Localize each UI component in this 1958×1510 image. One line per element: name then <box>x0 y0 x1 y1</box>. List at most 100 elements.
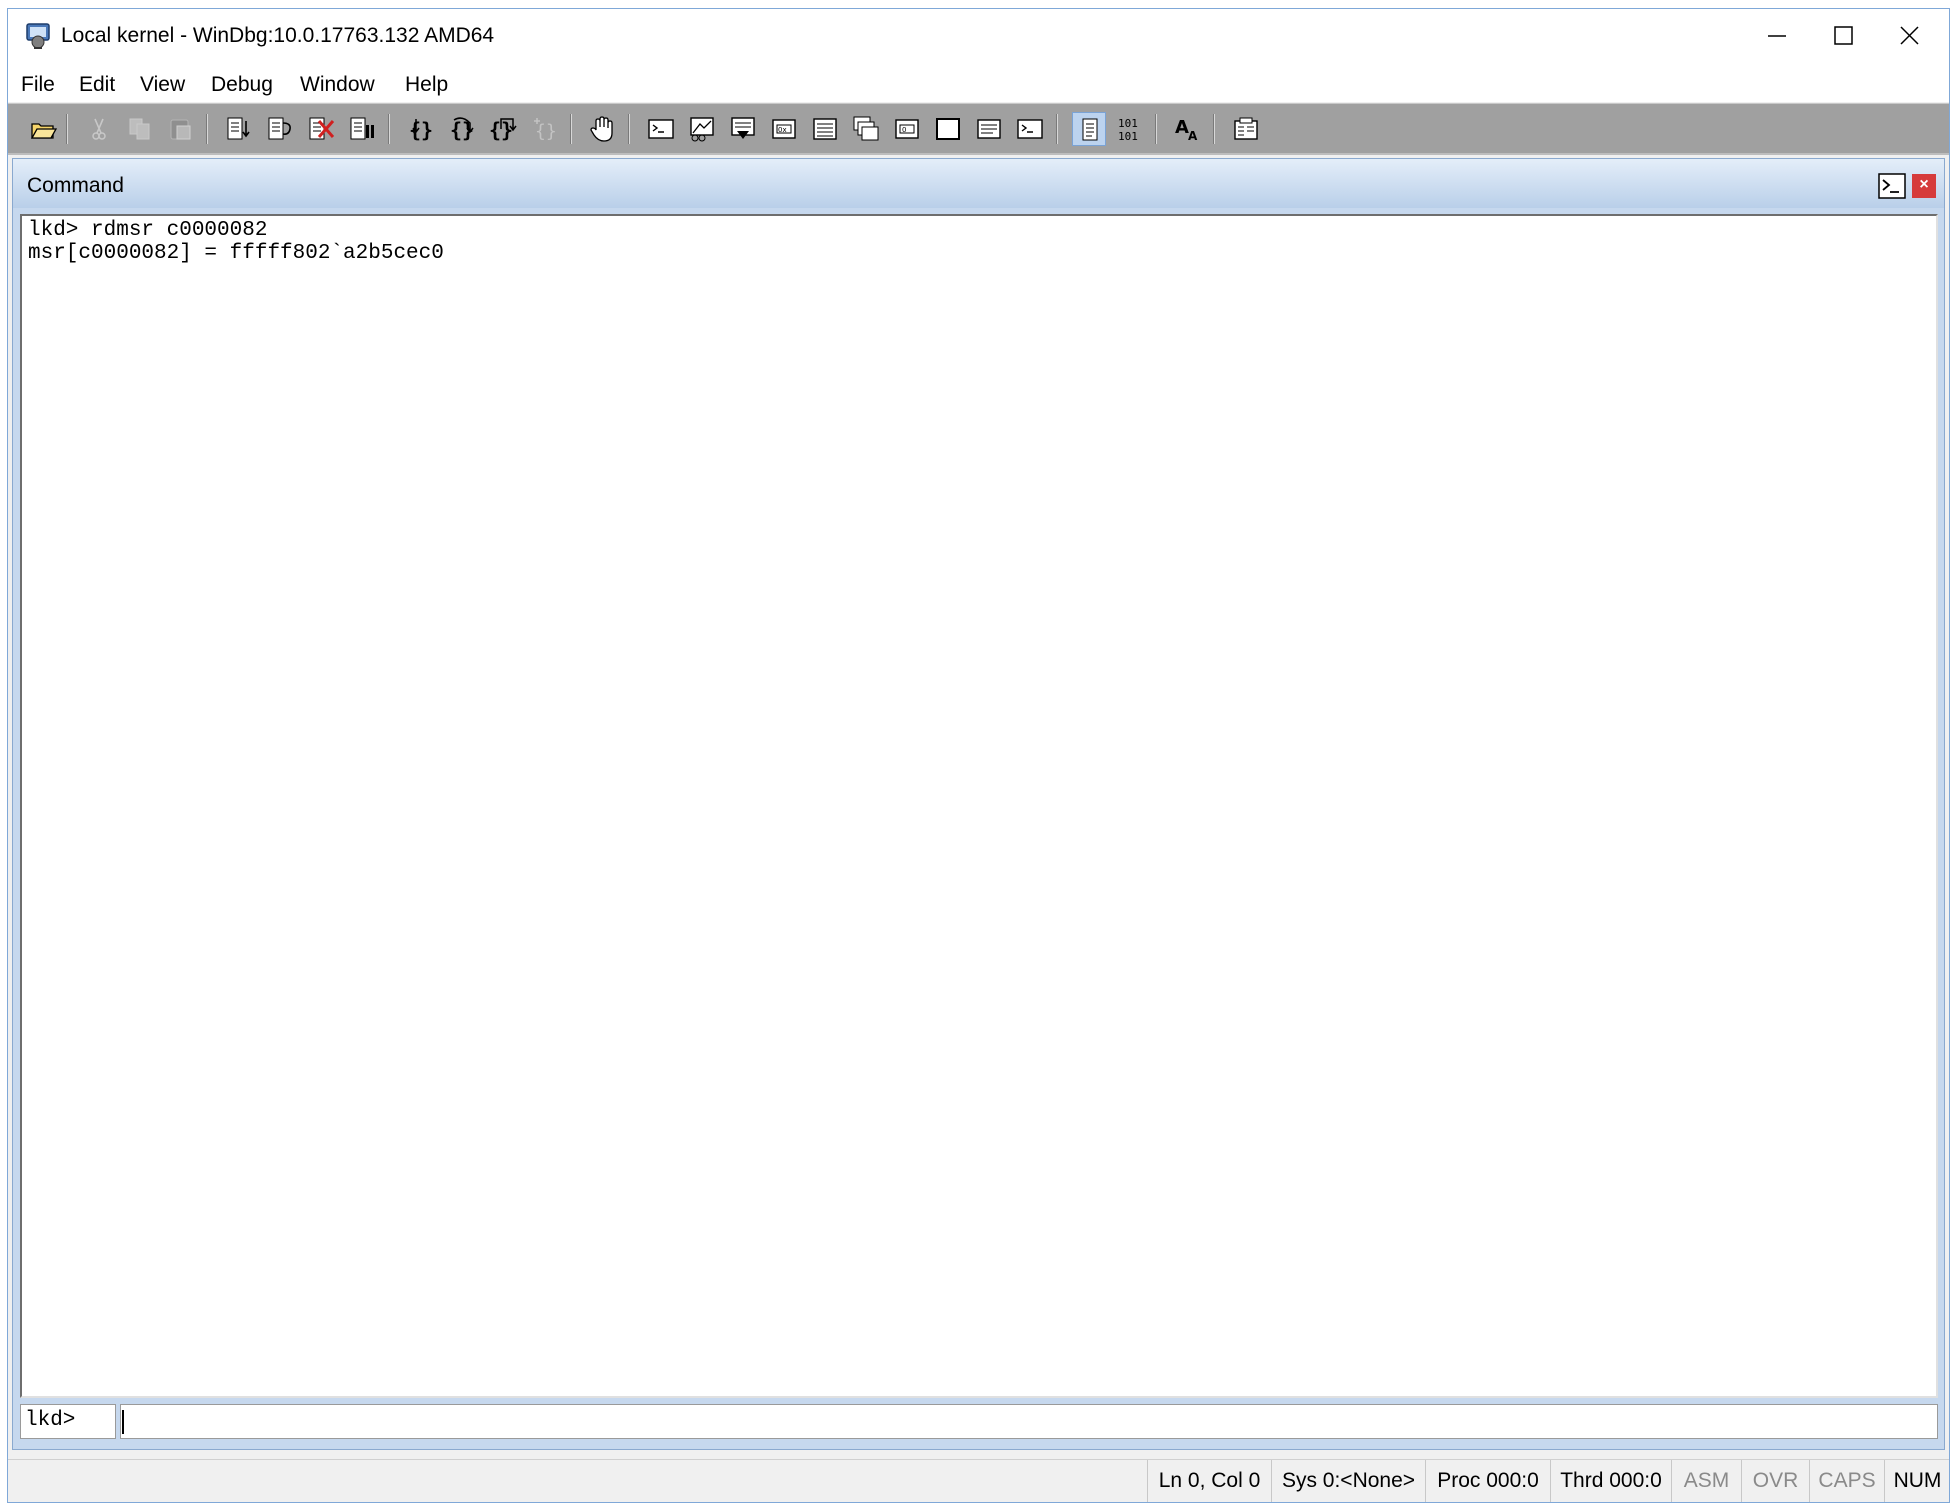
svg-text:{}: {} <box>535 121 557 142</box>
window-title: Local kernel - WinDbg:10.0.17763.132 AMD… <box>61 24 495 47</box>
command-prompt-row: lkd> <box>20 1404 1938 1439</box>
open-button[interactable] <box>26 112 60 146</box>
toolbar-separator <box>1155 114 1157 144</box>
step-out-button[interactable]: {} <box>486 112 520 146</box>
status-proc: Proc 000:0 <box>1425 1460 1550 1502</box>
binary-101-icon: 101 101 <box>1118 117 1138 143</box>
options-button[interactable] <box>1229 112 1263 146</box>
status-sys: Sys 0:<None> <box>1271 1460 1425 1502</box>
paste-icon <box>170 119 191 140</box>
status-asm: ASM <box>1671 1460 1741 1502</box>
call-stack-window-button[interactable] <box>849 112 883 146</box>
menu-window[interactable]: Window <box>300 73 375 97</box>
toolbar-separator <box>628 114 630 144</box>
menu-debug[interactable]: Debug <box>211 73 273 97</box>
watch-window-button[interactable] <box>685 112 719 146</box>
text-caret <box>122 1410 124 1434</box>
menu-file[interactable]: File <box>21 73 55 97</box>
command-window-icon[interactable] <box>1878 173 1906 199</box>
command-input[interactable] <box>120 1404 1938 1439</box>
command-output[interactable]: lkd> rdmsr c0000082 msr[c0000082] = fffff… <box>20 214 1938 1398</box>
output-line: msr[c0000082] = fffff802`a2b5cec0 <box>28 242 444 265</box>
toolbar-separator <box>1056 114 1058 144</box>
step-out-icon: {} <box>489 118 517 142</box>
status-num: NUM <box>1884 1460 1949 1502</box>
command-panel-header[interactable]: Command × <box>13 159 1944 208</box>
toolbar-separator <box>570 114 572 144</box>
status-thrd: Thrd 000:0 <box>1550 1460 1671 1502</box>
windbg-app-icon <box>24 22 52 50</box>
menu-help[interactable]: Help <box>405 73 448 97</box>
command-panel-title: Command <box>27 174 124 197</box>
command-browser-icon <box>1017 119 1043 139</box>
menu-view[interactable]: View <box>140 73 185 97</box>
svg-text:0: 0 <box>902 126 906 134</box>
processes-threads-button[interactable] <box>972 112 1006 146</box>
hand-button[interactable] <box>585 112 619 146</box>
break-icon <box>350 117 374 140</box>
copy-icon <box>129 118 150 140</box>
call-stack-window-icon <box>853 116 879 141</box>
go-button[interactable] <box>222 112 256 146</box>
output-line: lkd> rdmsr c0000082 <box>28 219 268 242</box>
source-mode-button[interactable] <box>1072 112 1106 146</box>
minimize-icon <box>1768 35 1786 37</box>
restart-button[interactable] <box>263 112 297 146</box>
processes-threads-icon <box>977 119 1001 139</box>
title-bar[interactable]: Local kernel - WinDbg:10.0.17763.132 AMD… <box>8 9 1949 64</box>
locals-window-icon <box>731 117 755 139</box>
locals-window-button[interactable] <box>726 112 760 146</box>
options-icon <box>1234 117 1258 140</box>
break-button[interactable] <box>345 112 379 146</box>
watch-window-icon <box>690 117 714 142</box>
step-into-button[interactable]: {} <box>404 112 438 146</box>
stop-debugging-button[interactable] <box>304 112 338 146</box>
command-panel: Command × lkd> rdmsr c0000082 msr[c000008… <box>12 158 1945 1450</box>
close-button[interactable] <box>1869 9 1949 64</box>
menu-edit[interactable]: Edit <box>79 73 115 97</box>
copy-button[interactable] <box>123 112 157 146</box>
status-ln-col: Ln 0, Col 0 <box>1147 1460 1271 1502</box>
registers-window-icon: 0x <box>772 119 796 139</box>
disassembly-window-button[interactable]: 0 <box>890 112 924 146</box>
binary-101-button[interactable]: 101 101 <box>1113 112 1147 146</box>
run-to-cursor-button[interactable]: {} <box>527 112 561 146</box>
run-to-cursor-icon: {} <box>534 118 557 142</box>
panel-close-button[interactable]: × <box>1912 174 1936 198</box>
disassembly-window-icon: 0 <box>895 119 919 139</box>
hand-icon <box>590 116 613 142</box>
restart-icon <box>268 117 291 140</box>
step-over-button[interactable]: {} <box>445 112 479 146</box>
cut-icon <box>92 118 106 140</box>
status-bar: Ln 0, Col 0 Sys 0:<None> Proc 000:0 Thrd… <box>8 1459 1949 1502</box>
cut-button[interactable] <box>82 112 116 146</box>
stop-debugging-icon <box>309 117 335 140</box>
go-icon <box>227 117 250 140</box>
svg-text:A: A <box>1175 117 1189 138</box>
menu-bar: File Edit View Debug Window Help <box>8 64 1949 102</box>
paste-button[interactable] <box>164 112 198 146</box>
memory-window-button[interactable] <box>808 112 842 146</box>
toolbar-separator <box>388 114 390 144</box>
step-over-icon: {} <box>450 117 474 142</box>
svg-text:0x: 0x <box>778 126 787 134</box>
status-ovr: OVR <box>1741 1460 1809 1502</box>
command-window-icon <box>648 119 674 139</box>
source-mode-icon <box>1082 118 1098 141</box>
close-icon <box>1900 26 1919 45</box>
open-folder-icon <box>30 123 57 139</box>
command-window-button[interactable] <box>644 112 678 146</box>
windbg-window: Local kernel - WinDbg:10.0.17763.132 AMD… <box>7 8 1950 1503</box>
scratch-pad-button[interactable] <box>931 112 965 146</box>
registers-window-button[interactable]: 0x <box>767 112 801 146</box>
status-caps: CAPS <box>1809 1460 1884 1502</box>
svg-text:101: 101 <box>1118 117 1138 130</box>
toolbar: {} {} {} {} 0x 0 101 101 A A <box>8 103 1949 155</box>
font-button[interactable]: A A <box>1171 112 1205 146</box>
toolbar-separator <box>1213 114 1215 144</box>
command-browser-button[interactable] <box>1013 112 1047 146</box>
svg-text:{}: {} <box>409 118 433 142</box>
font-icon: A A <box>1175 117 1198 143</box>
memory-window-icon <box>813 118 837 140</box>
command-prompt-label: lkd> <box>20 1404 116 1439</box>
